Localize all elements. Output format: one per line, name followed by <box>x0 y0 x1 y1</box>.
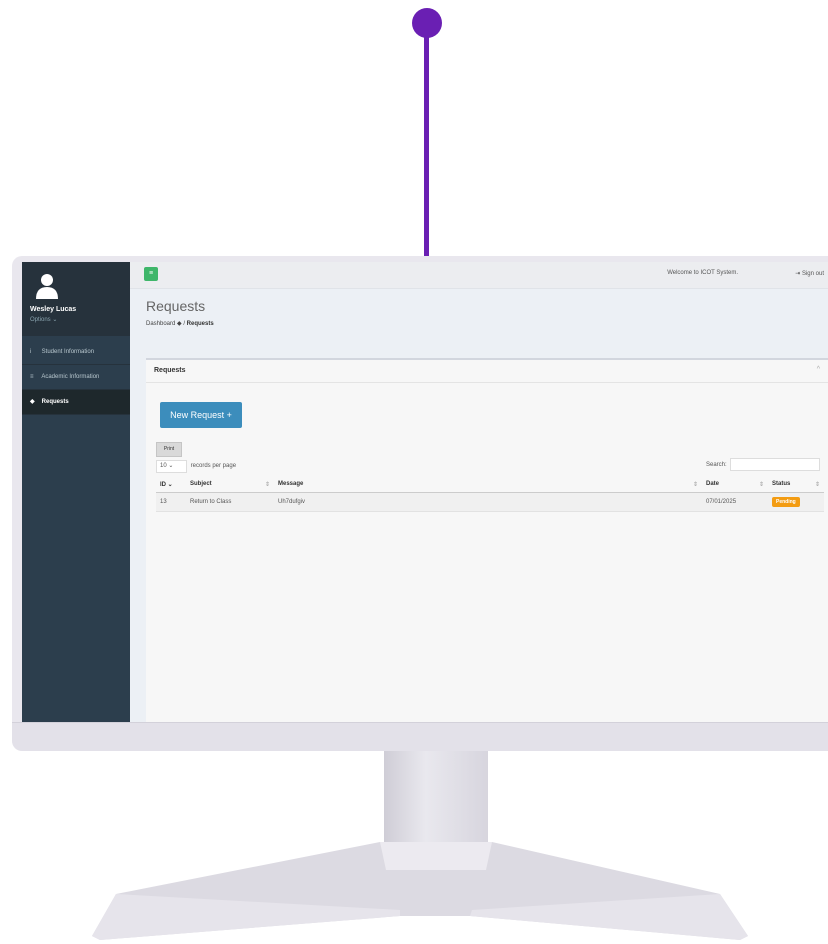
content-header: Requests Dashboard ◆ / Requests <box>130 288 828 340</box>
user-avatar-icon <box>36 274 58 299</box>
sidebar-item-label: Academic Information <box>41 374 100 380</box>
records-per-page-control: 10 ⌄ records per page <box>156 460 236 473</box>
collapse-icon[interactable]: ^ <box>817 366 820 373</box>
top-navbar: ≡ Welcome to ICOT System. ⇥ Sign out <box>130 262 828 289</box>
cell-status: Pending <box>768 492 824 512</box>
sidebar-item-academic-information[interactable]: ≡ Academic Information <box>22 365 130 390</box>
requests-table: ID ⌄ Subject ⇕ Message ⇕ Date ⇕ Status ⇕ 13 … <box>156 476 824 512</box>
column-header-id[interactable]: ID ⌄ <box>156 476 186 493</box>
search-input[interactable] <box>730 458 820 471</box>
requests-box: Requests ^ New Request + Print 10 ⌄ reco… <box>146 358 828 722</box>
sort-icon: ⇕ <box>814 481 820 488</box>
sidebar-item-student-information[interactable]: i Student Information <box>22 340 130 365</box>
monitor-chin <box>12 722 828 751</box>
breadcrumb: Dashboard ◆ / Requests <box>146 320 214 327</box>
cell-subject: Return to Class <box>186 492 274 512</box>
sidebar-item-label: Requests <box>41 399 69 405</box>
sidebar-toggle-button[interactable]: ≡ <box>144 267 158 281</box>
dashboard-icon: ◆ <box>177 321 182 327</box>
records-per-page-select[interactable]: 10 ⌄ <box>156 460 187 473</box>
print-button[interactable]: Print <box>156 442 182 457</box>
cell-message: Uh7dufgiv <box>274 492 702 512</box>
breadcrumb-dashboard-link[interactable]: Dashboard <box>146 321 175 327</box>
info-icon: i <box>30 349 32 355</box>
sort-icon: ⇕ <box>264 481 270 488</box>
records-per-page-label: records per page <box>190 463 237 469</box>
new-request-button[interactable]: New Request + <box>160 402 242 428</box>
records-per-page-value: 10 <box>160 463 167 469</box>
cell-id: 13 <box>156 492 186 512</box>
sort-icon: ⇕ <box>758 481 764 488</box>
sidebar-item-label: Student Information <box>41 349 95 355</box>
search-label: Search: <box>706 462 727 468</box>
sidebar: Wesley Lucas Options ⌄ i Student Informa… <box>22 262 130 722</box>
box-header: Requests ^ <box>146 360 828 383</box>
user-name: Wesley Lucas <box>30 306 77 313</box>
cell-date: 07/01/2025 <box>702 492 768 512</box>
chevron-down-icon: ⌄ <box>168 463 174 469</box>
sort-icon: ⌄ <box>167 481 173 488</box>
column-header-date[interactable]: Date ⇕ <box>702 476 768 493</box>
table-row[interactable]: 13 Return to Class Uh7dufgiv 07/01/2025 … <box>156 492 824 512</box>
breadcrumb-separator: / <box>183 321 185 327</box>
column-header-message[interactable]: Message ⇕ <box>274 476 702 493</box>
breadcrumb-current: Requests <box>186 321 214 327</box>
table-header-row: ID ⌄ Subject ⇕ Message ⇕ Date ⇕ Status ⇕ <box>156 476 824 493</box>
welcome-message: Welcome to ICOT System. <box>667 270 738 276</box>
box-title: Requests <box>154 367 186 374</box>
status-badge: Pending <box>772 497 800 507</box>
pointer-line <box>424 30 429 262</box>
graduation-cap-icon: ≡ <box>30 374 34 380</box>
user-panel: Wesley Lucas Options ⌄ <box>22 262 130 336</box>
sort-icon: ⇕ <box>692 481 698 488</box>
sidebar-item-requests[interactable]: ◆ Requests <box>22 390 130 415</box>
user-options-menu[interactable]: Options ⌄ <box>30 316 57 323</box>
tag-icon: ◆ <box>30 399 35 405</box>
sign-out-link[interactable]: ⇥ Sign out <box>795 270 824 277</box>
monitor-stand-base <box>92 842 748 940</box>
app-screen: Wesley Lucas Options ⌄ i Student Informa… <box>22 262 828 722</box>
column-header-subject[interactable]: Subject ⇕ <box>186 476 274 493</box>
column-header-status[interactable]: Status ⇕ <box>768 476 824 493</box>
page-title: Requests <box>146 298 206 314</box>
